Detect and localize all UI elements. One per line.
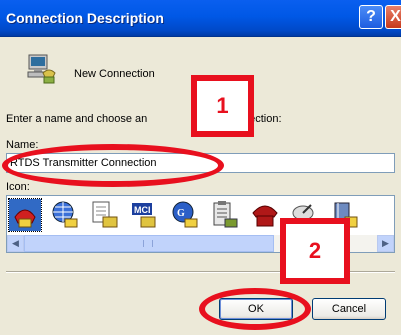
scroll-left-icon[interactable]: ◀: [7, 235, 24, 252]
help-button[interactable]: ?: [359, 5, 383, 29]
telephone-icon[interactable]: [249, 199, 281, 231]
window-title: Connection Description: [6, 10, 164, 26]
scroll-right-icon[interactable]: ▶: [377, 235, 394, 252]
title-bar: Connection Description ? X: [0, 0, 401, 37]
globe-phone-icon[interactable]: [49, 199, 81, 231]
document-phone-icon[interactable]: [89, 199, 121, 231]
close-button[interactable]: X: [385, 5, 401, 29]
mci-phone-icon[interactable]: MCI: [129, 199, 161, 231]
step-2-annotation: 2: [280, 218, 350, 284]
step-1-annotation: 1: [191, 75, 254, 137]
computer-phone-icon: [27, 54, 56, 84]
ok-button-highlight: [199, 288, 311, 330]
name-label: Name:: [6, 139, 39, 151]
clipboard-phone-icon[interactable]: [209, 199, 241, 231]
name-field-highlight: [2, 144, 224, 187]
ge-phone-icon[interactable]: G: [169, 199, 201, 231]
connection-label: New Connection: [74, 68, 155, 80]
icon-label: Icon:: [6, 181, 30, 193]
svg-text:G: G: [177, 208, 185, 219]
cancel-button[interactable]: Cancel: [312, 298, 386, 320]
phone-red-icon[interactable]: [8, 198, 42, 232]
svg-text:MCI: MCI: [134, 205, 151, 215]
scroll-thumb[interactable]: [24, 235, 274, 252]
